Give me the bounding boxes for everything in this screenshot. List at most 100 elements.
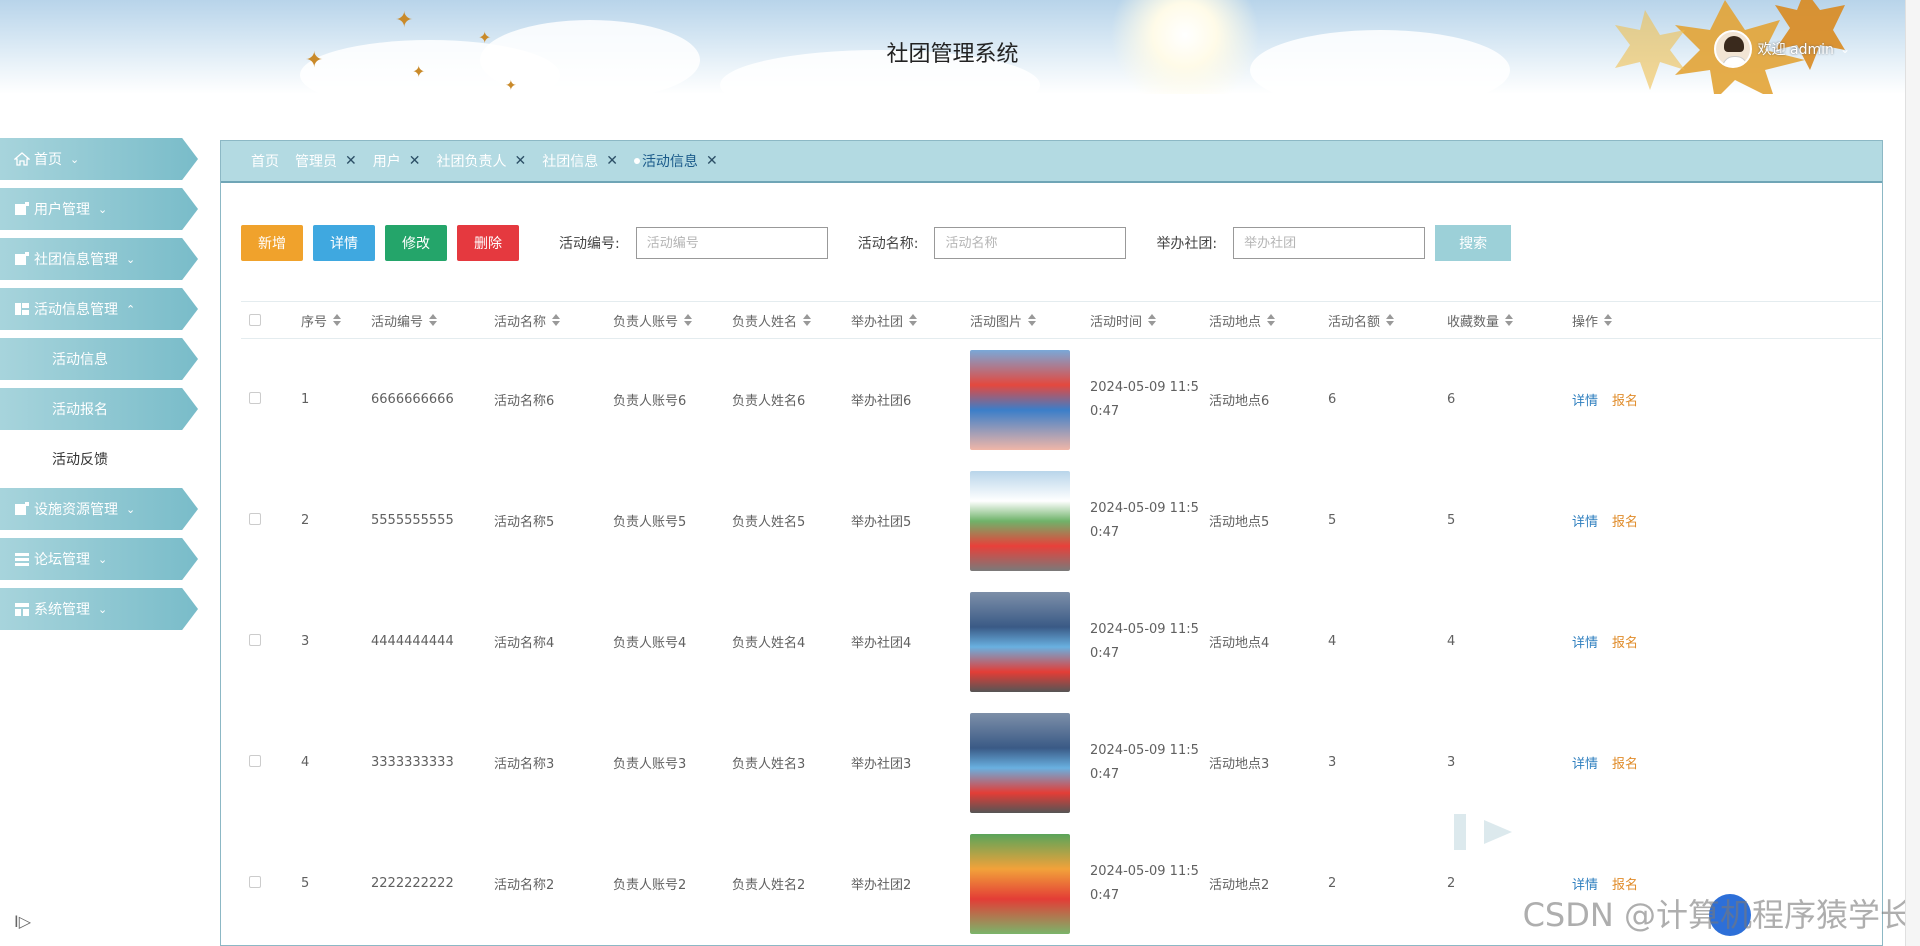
chevron-down-icon[interactable]: ⌄ [1840,42,1850,56]
sort-icon[interactable] [803,314,812,326]
sort-icon[interactable] [909,314,918,326]
close-icon[interactable]: ✕ [514,153,526,169]
sort-icon[interactable] [1386,314,1395,326]
tab-activity-info[interactable]: 活动信息 ✕ [633,151,718,171]
sort-icon[interactable] [1267,314,1276,326]
cell-no: 2 [301,513,310,528]
cell-place: 活动地点4 [1209,636,1270,651]
sort-icon[interactable] [552,314,561,326]
row-signup-link[interactable]: 报名 [1612,636,1638,651]
time-line: 0:47 [1090,524,1120,540]
sidebar-subitem-activity-signup[interactable]: 活动报名 [0,388,198,430]
sort-icon[interactable] [429,314,438,326]
sidebar-item-label: 活动信息管理 [34,302,118,318]
sidebar-subitem-activity-feedback[interactable]: 活动反馈 [0,438,198,480]
row-signup-link[interactable]: 报名 [1612,515,1638,530]
column-header[interactable]: 活动时间 [1090,311,1209,330]
avatar[interactable] [1713,30,1752,68]
tab-admin[interactable]: 管理员 ✕ [295,151,357,171]
header-label: 收藏数量 [1447,314,1500,330]
delete-button[interactable]: 删除 [457,225,519,261]
close-icon[interactable]: ✕ [706,153,718,169]
time-line: 0:47 [1090,645,1120,661]
column-header[interactable]: 活动图片 [970,311,1090,330]
row-signup-link[interactable]: 报名 [1612,757,1638,772]
sidebar-item-forum[interactable]: 论坛管理 ⌄ [0,538,198,580]
search-button[interactable]: 搜索 [1435,225,1512,261]
sort-icon[interactable] [1604,314,1613,326]
close-icon[interactable]: ✕ [345,153,357,169]
row-detail-link[interactable]: 详情 [1572,757,1598,772]
row-checkbox[interactable] [249,391,261,404]
edit-button[interactable]: 修改 [385,225,447,261]
activity-photo[interactable] [970,470,1070,571]
sidebar-item-user-manage[interactable]: 用户管理 ⌄ [0,188,198,230]
column-header[interactable]: 收藏数量 [1447,311,1566,330]
column-header[interactable]: 序号 [301,311,371,330]
activity-photo[interactable] [970,349,1070,450]
sidebar-item-facility[interactable]: 设施资源管理 ⌄ [0,488,198,530]
page-scrollbar[interactable] [1905,0,1920,946]
column-header[interactable]: 活动名额 [1328,311,1447,330]
activity-photo[interactable] [970,712,1070,813]
column-header[interactable]: 负责人账号 [613,311,732,330]
column-header[interactable]: 活动地点 [1209,311,1328,330]
club-input[interactable] [1233,227,1426,259]
column-header[interactable]: 操作 [1566,311,1685,330]
toolbar: 新增 详情 修改 删除 活动编号: 活动名称: 举办社团: 搜索 [241,225,1512,261]
cell-code: 5555555555 [371,513,454,528]
select-all-checkbox[interactable] [249,314,261,326]
tab-label: 用户 [372,154,401,170]
tab-club-leader[interactable]: 社团负责人 ✕ [436,151,526,171]
column-header[interactable]: 活动编号 [371,311,494,330]
activity-photo[interactable] [970,591,1070,692]
close-icon[interactable]: ✕ [409,153,421,169]
table-row[interactable]: 3 4444444444 活动名称4 负责人账号4 负责人姓名4 举办社团4 2… [241,581,1881,702]
sidebar-item-club-info[interactable]: 社团信息管理 ⌄ [0,238,198,280]
row-checkbox[interactable] [249,754,261,767]
close-icon[interactable]: ✕ [606,153,618,169]
cell-time: 2024-05-09 11:5 0:47 [1090,739,1200,787]
row-signup-link[interactable]: 报名 [1612,394,1638,409]
sidebar-item-home[interactable]: 首页 ⌄ [0,138,198,180]
table-row[interactable]: 4 3333333333 活动名称3 负责人账号3 负责人姓名3 举办社团3 2… [241,702,1881,823]
column-header[interactable]: 举办社团 [851,311,970,330]
row-checkbox[interactable] [249,512,261,525]
activity-name-input[interactable] [934,227,1127,259]
time-line: 2024-05-09 11:5 [1090,621,1199,637]
cell-time: 2024-05-09 11:5 0:47 [1090,497,1200,545]
sort-icon[interactable] [684,314,693,326]
column-header[interactable]: 负责人姓名 [732,311,851,330]
column-header[interactable]: 活动名称 [494,311,613,330]
cell-no: 1 [301,392,310,407]
tab-club-info[interactable]: 社团信息 ✕ [542,151,618,171]
sort-icon[interactable] [1505,314,1514,326]
table-row[interactable]: 2 5555555555 活动名称5 负责人账号5 负责人姓名5 举办社团5 2… [241,460,1881,581]
row-checkbox[interactable] [249,633,261,646]
time-line: 0:47 [1090,403,1120,419]
sidebar-subitem-activity-info[interactable]: 活动信息 [0,338,198,380]
activity-photo[interactable] [970,833,1070,934]
activity-code-input[interactable] [635,227,828,259]
sort-icon[interactable] [1028,314,1037,326]
sidebar-item-activity[interactable]: 活动信息管理 ⌃ [0,288,198,330]
row-detail-link[interactable]: 详情 [1572,515,1598,530]
cell-quota: 3 [1328,755,1337,770]
row-detail-link[interactable]: 详情 [1572,636,1598,651]
row-detail-link[interactable]: 详情 [1572,394,1598,409]
sidebar-item-system[interactable]: 系统管理 ⌄ [0,588,198,630]
sidebar-collapse-icon[interactable]: I▷ [14,912,31,931]
row-checkbox[interactable] [249,875,261,888]
user-menu[interactable]: 欢迎 admin ⌄ [1713,30,1850,68]
detail-button[interactable]: 详情 [313,225,375,261]
play-overlay-icon [1454,812,1514,852]
welcome-text[interactable]: 欢迎 admin [1758,39,1834,59]
tab-user[interactable]: 用户 ✕ [373,151,421,171]
tab-home[interactable]: 首页 [251,151,279,171]
sort-icon[interactable] [333,314,342,326]
sort-icon[interactable] [1148,314,1157,326]
table-row[interactable]: 1 6666666666 活动名称6 负责人账号6 负责人姓名6 举办社团6 2… [241,339,1881,460]
time-line: 2024-05-09 11:5 [1090,863,1199,879]
chevron-down-icon: ⌄ [70,152,80,166]
add-button[interactable]: 新增 [241,225,303,261]
